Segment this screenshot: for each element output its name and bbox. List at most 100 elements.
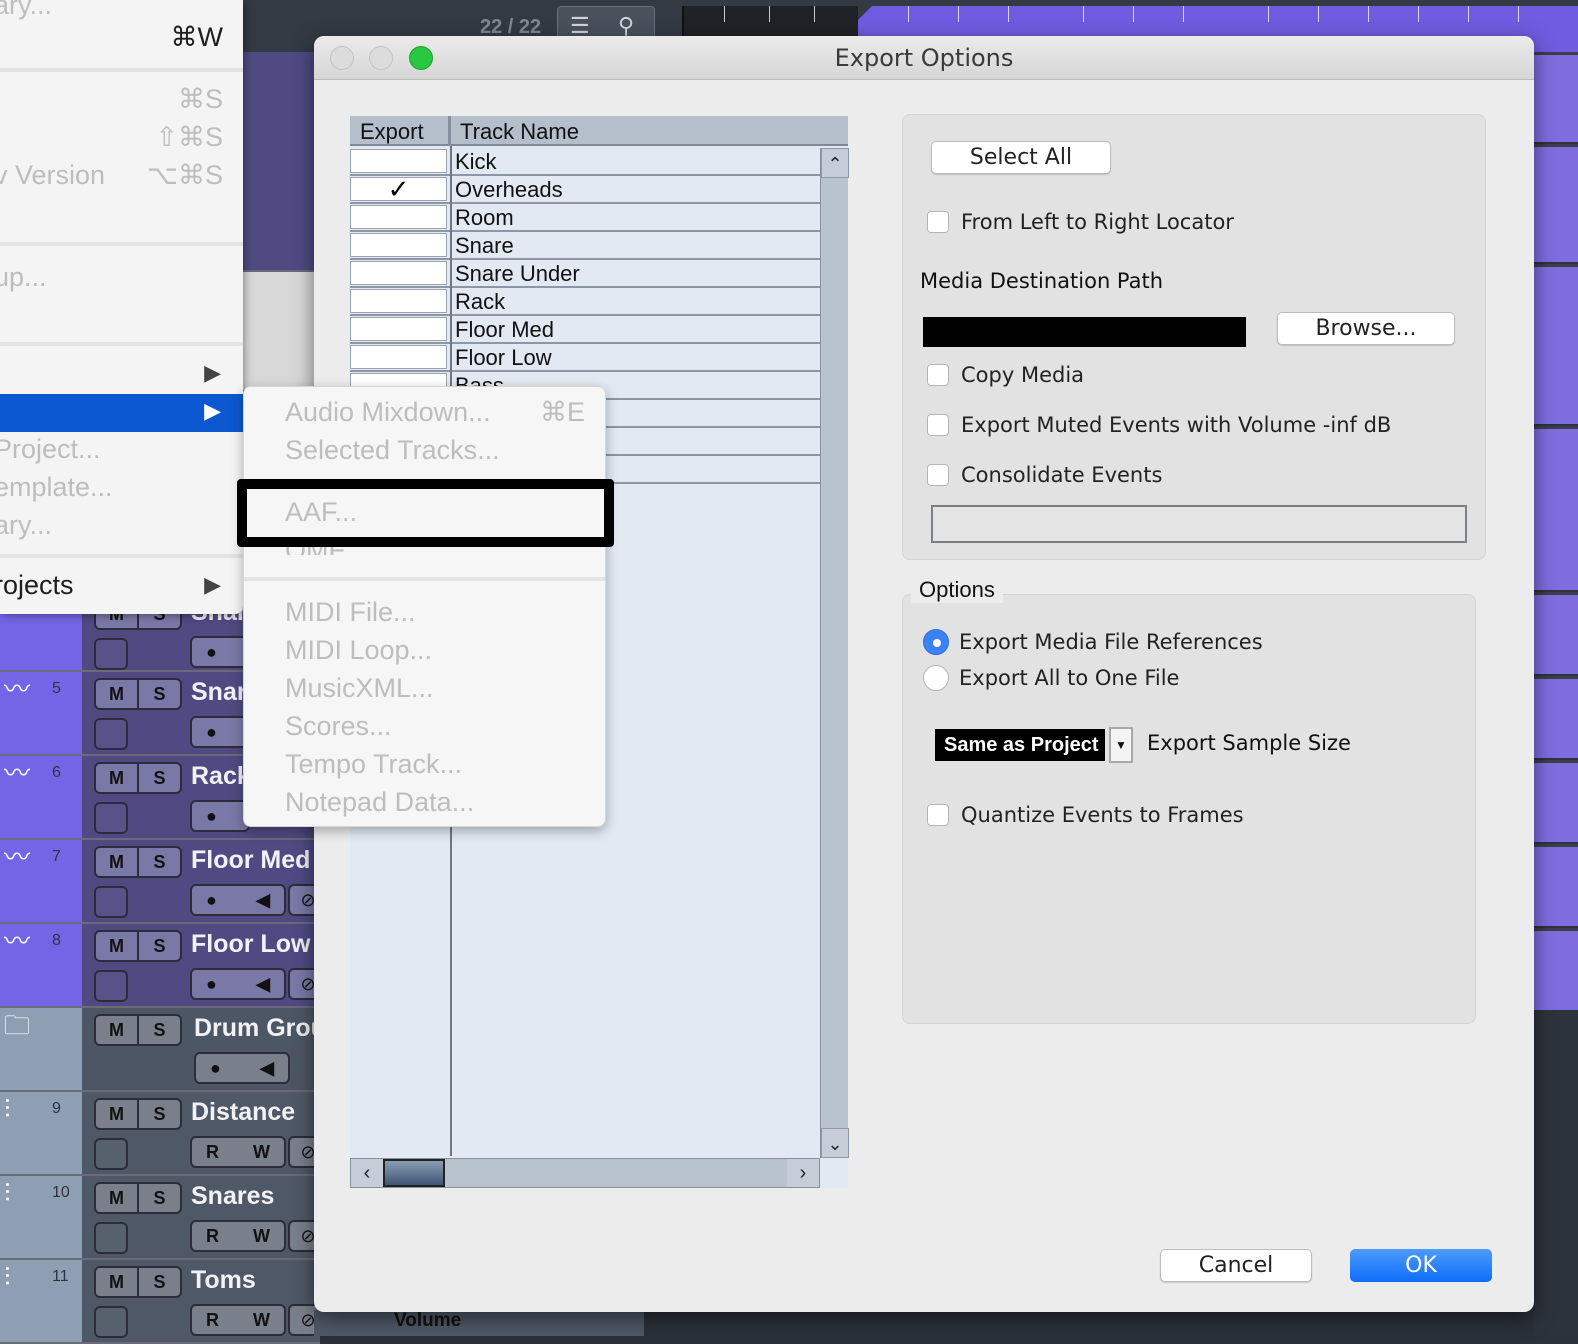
from-left-to-right-checkbox[interactable]: From Left to Right Locator (927, 210, 1234, 234)
scroll-up-icon[interactable]: ⌃ (821, 148, 849, 178)
submenu-item-audio-mixdown[interactable]: Audio Mixdown... ⌘E (244, 391, 605, 429)
record-monitor-buttons[interactable]: ● ◀ (190, 884, 286, 916)
mute-solo-buttons[interactable]: MS (94, 678, 182, 710)
mute-solo-buttons[interactable]: MS (94, 846, 182, 878)
track-row[interactable]: ⫶ 9 MS Distance RW ⊘ (0, 1092, 328, 1176)
waveform-icon: 〰 (4, 674, 31, 704)
export-checkbox[interactable] (350, 261, 447, 285)
table-header: Export Track Name (350, 116, 848, 146)
sample-size-select[interactable]: Same as Project (935, 729, 1105, 761)
copy-media-checkbox[interactable]: Copy Media (927, 363, 1084, 387)
track-row[interactable]: ⫶ 11 MS Toms RW ⊘ (0, 1260, 328, 1344)
options-legend: Options (911, 577, 1003, 603)
table-row[interactable]: Room (350, 204, 820, 232)
submenu-item-tempo-track[interactable]: Tempo Track... (244, 743, 605, 781)
title-bar[interactable]: Export Options (314, 36, 1534, 80)
export-checkbox[interactable] (350, 317, 447, 341)
menu-item-save-as[interactable]: .⇧⌘S (0, 120, 243, 158)
column-header-export[interactable]: Export (360, 119, 424, 145)
read-write-buttons[interactable]: RW (190, 1220, 286, 1252)
table-row[interactable]: Kick (350, 148, 820, 176)
mute-solo-buttons[interactable]: MS (94, 930, 182, 962)
export-checkbox[interactable] (350, 233, 447, 257)
table-row[interactable]: Rack (350, 288, 820, 316)
menu-item-backup[interactable]: up... (0, 260, 243, 298)
menu-item-project[interactable]: Project... (0, 432, 243, 470)
submenu-item-musicxml[interactable]: MusicXML... (244, 667, 605, 705)
track-row[interactable]: 〰 7 MS Floor Med ● ◀ ⊘ (0, 840, 328, 924)
horizontal-scrollbar[interactable]: ‹ › (350, 1158, 820, 1188)
consolidate-events-checkbox[interactable]: Consolidate Events (927, 463, 1162, 487)
menu-item-recent-projects[interactable]: rojects ▶ (0, 568, 243, 606)
table-row[interactable]: Snare Under (350, 260, 820, 288)
submenu-item-notepad-data[interactable]: Notepad Data... (244, 781, 605, 819)
read-write-buttons[interactable]: RW (190, 1304, 286, 1336)
submenu-item-midi-file[interactable]: MIDI File... (244, 591, 605, 629)
record-button[interactable]: ● (190, 716, 250, 748)
table-row[interactable]: Floor Med (350, 316, 820, 344)
menu-item-template[interactable]: emplate... (0, 470, 243, 508)
record-monitor-buttons[interactable]: ● ◀ (190, 968, 286, 1000)
track-name-cell: Floor Med (455, 317, 555, 342)
quantize-events-checkbox[interactable]: Quantize Events to Frames (927, 803, 1244, 827)
automation-volume[interactable]: Volume (314, 1310, 644, 1336)
record-monitor-buttons[interactable]: ● ◀ (194, 1052, 290, 1084)
track-color-square[interactable] (94, 1306, 128, 1338)
read-write-buttons[interactable]: RW (190, 1136, 286, 1168)
scroll-right-icon[interactable]: › (787, 1159, 819, 1187)
track-color-square[interactable] (94, 1222, 128, 1254)
mute-solo-buttons[interactable]: MS (94, 1182, 182, 1214)
track-name-cell: Snare Under (455, 261, 580, 286)
record-button[interactable]: ● (190, 800, 250, 832)
table-row[interactable]: Snare (350, 232, 820, 260)
track-color-square[interactable] (94, 802, 128, 834)
track-row[interactable]: ⫶ 10 MS Snares RW ⊘ (0, 1176, 328, 1260)
mute-solo-buttons[interactable]: MS (94, 1014, 182, 1046)
mute-solo-buttons[interactable]: MS (94, 1266, 182, 1298)
browse-button[interactable]: Browse... (1277, 312, 1455, 345)
submenu-item-midi-loop[interactable]: MIDI Loop... (244, 629, 605, 667)
export-checkbox[interactable] (350, 205, 447, 229)
menu-item-close[interactable]: ⌘W (0, 20, 243, 58)
table-row[interactable]: ✓ Overheads (350, 176, 820, 204)
chevron-down-icon[interactable]: ▼ (1109, 727, 1133, 763)
export-settings-panel: Select All From Left to Right Locator Me… (902, 114, 1486, 560)
text-field[interactable] (931, 505, 1467, 543)
radio-export-all-one-file[interactable]: Export All to One File (923, 665, 1179, 691)
export-checkbox[interactable] (350, 289, 447, 313)
cancel-button[interactable]: Cancel (1160, 1249, 1312, 1282)
radio-export-media-references[interactable]: Export Media File References (923, 629, 1263, 655)
export-checkbox[interactable] (350, 345, 447, 369)
mixer-icon: ⫶ (4, 1262, 11, 1292)
mute-solo-buttons[interactable]: MS (94, 762, 182, 794)
ok-button[interactable]: OK (1350, 1249, 1492, 1282)
media-destination-path-field[interactable] (923, 317, 1246, 347)
track-color-square[interactable] (94, 718, 128, 750)
track-color-square[interactable] (94, 1138, 128, 1170)
track-row[interactable]: 〰 8 MS Floor Low ● ◀ ⊘ (0, 924, 328, 1008)
vertical-scrollbar[interactable]: ⌃ ⌄ (820, 148, 849, 1158)
track-name: Rack (191, 762, 251, 790)
track-row[interactable]: 🗀 MS Drum Group ● ◀ (0, 1008, 341, 1092)
menu-item-import[interactable]: ▶ (0, 356, 243, 394)
export-checkbox[interactable] (350, 149, 447, 173)
sample-size-label: Export Sample Size (1147, 731, 1351, 755)
export-muted-events-checkbox[interactable]: Export Muted Events with Volume -inf dB (927, 413, 1391, 437)
mute-solo-buttons[interactable]: MS (94, 1098, 182, 1130)
scroll-left-icon[interactable]: ‹ (351, 1159, 383, 1187)
submenu-item-scores[interactable]: Scores... (244, 705, 605, 743)
track-color-square[interactable] (94, 886, 128, 918)
submenu-item-selected-tracks[interactable]: Selected Tracks... (244, 429, 605, 467)
menu-item-save-new-version[interactable]: v Version ⌥⌘S (0, 158, 243, 196)
menu-item-library[interactable]: ary... (0, 508, 243, 546)
select-all-button[interactable]: Select All (931, 141, 1111, 174)
scroll-down-icon[interactable]: ⌄ (821, 1128, 849, 1158)
column-header-track-name[interactable]: Track Name (460, 119, 579, 145)
scroll-thumb[interactable] (383, 1159, 445, 1187)
menu-item-export[interactable]: ▶ (0, 394, 243, 432)
table-row[interactable]: Floor Low (350, 344, 820, 372)
annotation-highlight-box (237, 479, 614, 547)
menu-item-save[interactable]: ⌘S (0, 82, 243, 120)
export-checkbox[interactable]: ✓ (350, 176, 447, 202)
track-color-square[interactable] (94, 970, 128, 1002)
